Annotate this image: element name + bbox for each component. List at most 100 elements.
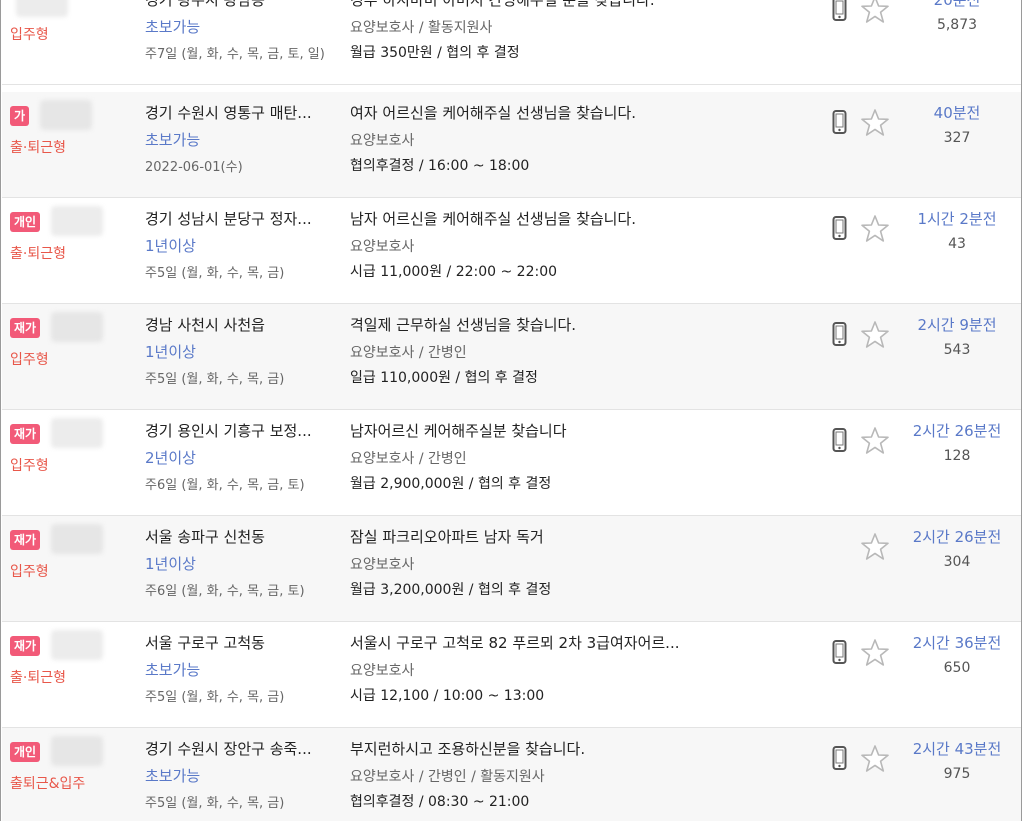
star-icon[interactable] [860,638,890,668]
posting-type-badge: 가 [10,106,30,126]
posting-title-link[interactable]: 서울시 구로구 고척로 82 푸르뫼 2차 3급여자어르... [350,632,715,653]
job-category-text: 요양보호사 [350,239,415,255]
pay-hours-text: 월급 350만원 / 협의 후 결정 [350,45,520,61]
work-type-label: 입주형 [10,458,49,474]
experience-label: 초보가능 [145,661,201,679]
posting-type-area: 재가 [10,418,104,448]
work-type-label: 입주형 [10,352,49,368]
table-row[interactable]: 가 출·퇴근형 경기 수원시 영통구 매탄... 초보가능 2022-06-01… [2,92,1021,198]
pay-hours-text: 일급 110,000원 / 협의 후 결정 [350,370,538,386]
job-category-text: 요양보호사 / 간병인 [350,451,467,467]
view-count: 43 [948,236,966,252]
star-icon[interactable] [860,0,890,25]
work-days-text: 주6일 (월, 화, 수, 목, 금, 토) [145,478,305,493]
work-days-text: 주6일 (월, 화, 수, 목, 금, 토) [145,584,305,599]
pay-hours-text: 시급 11,000원 / 22:00 ~ 22:00 [350,264,558,280]
table-row[interactable]: 재가 입주형 경남 사천시 사천읍 1년이상 주5일 (월, 화, 수, 목, … [2,304,1021,410]
posting-type-badge: 재가 [10,530,41,550]
experience-label: 2년이상 [145,449,196,467]
posting-type-area [10,0,68,17]
job-category-text: 요양보호사 / 간병인 [350,345,467,361]
job-listing-table: 입주형 경기 광주시 광남동 초보가능 주7일 (월, 화, 수, 목, 금, … [0,0,1022,821]
phone-icon [832,110,847,134]
star-icon[interactable] [860,532,890,562]
posting-type-badge: 재가 [10,424,41,444]
table-row[interactable]: 입주형 경기 광주시 광남동 초보가능 주7일 (월, 화, 수, 목, 금, … [2,0,1021,85]
posting-title-link[interactable]: 경추 하지마비 아버지 간병해주실 분을 찾습니다. [350,0,715,10]
work-type-label: 입주형 [10,27,49,43]
posted-time: 1시간 2분전 [917,210,997,228]
blurred-poster-name [40,100,93,130]
posting-type-badge: 개인 [10,212,41,232]
location-text[interactable]: 경남 사천시 사천읍 [145,314,335,335]
location-text[interactable]: 경기 용인시 기흥구 보정... [145,420,335,441]
posting-type-area: 재가 [10,524,104,554]
experience-label: 초보가능 [145,767,201,785]
posted-time: 2시간 26분전 [912,422,1002,440]
work-type-label: 입주형 [10,564,49,580]
phone-icon [832,428,847,452]
experience-label: 초보가능 [145,18,201,36]
work-days-text: 2022-06-01(수) [145,160,243,175]
view-count: 975 [943,766,971,782]
posting-title-link[interactable]: 잠실 파크리오아파트 남자 독거 [350,526,715,547]
posted-time: 2시간 36분전 [912,634,1002,652]
blurred-poster-name [51,312,104,342]
star-icon[interactable] [860,320,890,350]
posted-time: 2시간 43분전 [912,740,1002,758]
job-category-text: 요양보호사 / 활동지원사 [350,20,493,36]
posting-title-link[interactable]: 격일제 근무하실 선생님을 찾습니다. [350,314,715,335]
work-days-text: 주5일 (월, 화, 수, 목, 금) [145,266,285,281]
posting-title-link[interactable]: 여자 어르신을 케어해주실 선생님을 찾습니다. [350,102,715,123]
location-text[interactable]: 경기 성남시 분당구 정자... [145,208,335,229]
location-text[interactable]: 서울 송파구 신천동 [145,526,335,547]
view-count: 650 [943,660,971,676]
table-row[interactable]: 재가 출·퇴근형 서울 구로구 고척동 초보가능 주5일 (월, 화, 수, 목… [2,622,1021,728]
work-type-label: 출·퇴근형 [10,670,66,686]
blurred-poster-name [51,630,104,660]
pay-hours-text: 시급 12,100 / 10:00 ~ 13:00 [350,688,545,704]
posting-type-badge: 재가 [10,318,41,338]
posting-type-area: 개인 [10,736,104,766]
table-row[interactable]: 개인 출·퇴근형 경기 성남시 분당구 정자... 1년이상 주5일 (월, 화… [2,198,1021,304]
location-text[interactable]: 서울 구로구 고척동 [145,632,335,653]
phone-icon [832,216,847,240]
posting-title-link[interactable]: 부지런하시고 조용하신분을 찾습니다. [350,738,715,759]
posted-time: 2시간 26분전 [912,528,1002,546]
job-category-text: 요양보호사 / 간병인 / 활동지원사 [350,769,545,785]
posting-title-link[interactable]: 남자어르신 케어해주실분 찾습니다 [350,420,715,441]
view-count: 5,873 [936,17,978,33]
star-icon[interactable] [860,426,890,456]
star-icon[interactable] [860,214,890,244]
star-icon[interactable] [860,108,890,138]
table-row[interactable]: 재가 입주형 경기 용인시 기흥구 보정... 2년이상 주6일 (월, 화, … [2,410,1021,516]
job-category-text: 요양보호사 [350,557,415,573]
experience-label: 1년이상 [145,555,196,573]
posting-type-badge: 개인 [10,742,41,762]
location-text[interactable]: 경기 수원시 영통구 매탄... [145,102,335,123]
table-row[interactable]: 재가 입주형 서울 송파구 신천동 1년이상 주6일 (월, 화, 수, 목, … [2,516,1021,622]
work-type-label: 출·퇴근형 [10,246,66,262]
posted-time: 20분전 [933,0,981,9]
pay-hours-text: 월급 2,900,000원 / 협의 후 결정 [350,476,552,492]
table-row[interactable]: 개인 출퇴근&입주 경기 수원시 장안구 송죽... 초보가능 주5일 (월, … [2,728,1021,821]
posting-type-area: 가 [10,100,93,130]
work-days-text: 주5일 (월, 화, 수, 목, 금) [145,372,285,387]
work-type-label: 출·퇴근형 [10,140,66,156]
work-type-label: 출퇴근&입주 [10,776,86,792]
location-text[interactable]: 경기 수원시 장안구 송죽... [145,738,335,759]
view-count: 128 [943,448,971,464]
pay-hours-text: 협의후결정 / 08:30 ~ 21:00 [350,794,530,810]
star-icon[interactable] [860,744,890,774]
phone-icon [832,640,847,664]
job-category-text: 요양보호사 [350,133,415,149]
blurred-poster-name [51,736,104,766]
experience-label: 1년이상 [145,237,196,255]
posted-time: 2시간 9분전 [917,316,997,334]
posting-title-link[interactable]: 남자 어르신을 케어해주실 선생님을 찾습니다. [350,208,715,229]
blurred-poster-name [51,524,104,554]
location-text[interactable]: 경기 광주시 광남동 [145,0,335,10]
view-count: 543 [943,342,971,358]
blurred-poster-name [16,0,68,17]
view-count: 304 [943,554,971,570]
